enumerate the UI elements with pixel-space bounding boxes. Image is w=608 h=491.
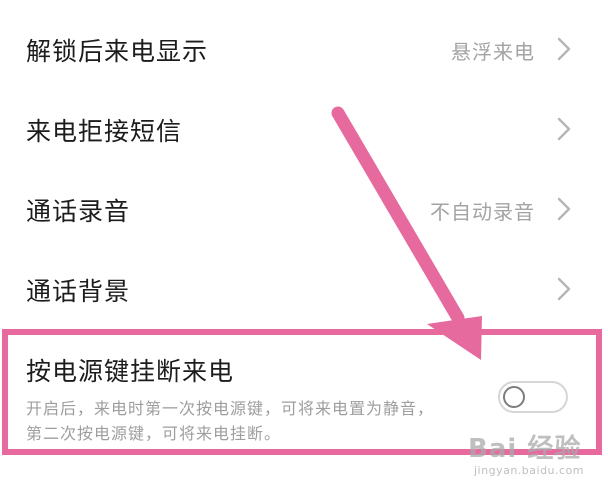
chevron-right-icon xyxy=(554,196,574,222)
watermark-brand: Bai 经验 xyxy=(468,434,582,464)
settings-row-call-background[interactable]: 通话背景 xyxy=(0,260,608,320)
settings-row-call-recording[interactable]: 通话录音 不自动录音 xyxy=(0,180,608,240)
row-label: 来电拒接短信 xyxy=(26,117,183,146)
row-label: 解锁后来电显示 xyxy=(26,37,209,66)
chevron-right-icon xyxy=(554,276,574,302)
baidu-jingyan-watermark: Bai 经验 jingyan.baidu.com xyxy=(460,420,600,480)
chevron-right-icon xyxy=(554,36,574,62)
settings-row-reject-sms[interactable]: 来电拒接短信 xyxy=(0,100,608,160)
row-label: 通话背景 xyxy=(26,277,131,306)
row-value: 不自动录音 xyxy=(430,200,535,224)
row-value: 悬浮来电 xyxy=(451,40,535,64)
power-key-hangup-description: 开启后，来电时第一次按电源键，可将来电置为静音，第二次按电源键，可将来电挂断。 xyxy=(26,399,435,443)
watermark-url: jingyan.baidu.com xyxy=(474,464,585,477)
settings-row-unlock-call-display[interactable]: 解锁后来电显示 悬浮来电 xyxy=(0,20,608,80)
power-key-hangup-title: 按电源键挂断来电 xyxy=(26,357,235,386)
chevron-right-icon xyxy=(554,116,574,142)
toggle-knob xyxy=(503,386,525,408)
row-label: 通话录音 xyxy=(26,197,131,226)
power-key-hangup-toggle[interactable] xyxy=(498,381,568,413)
